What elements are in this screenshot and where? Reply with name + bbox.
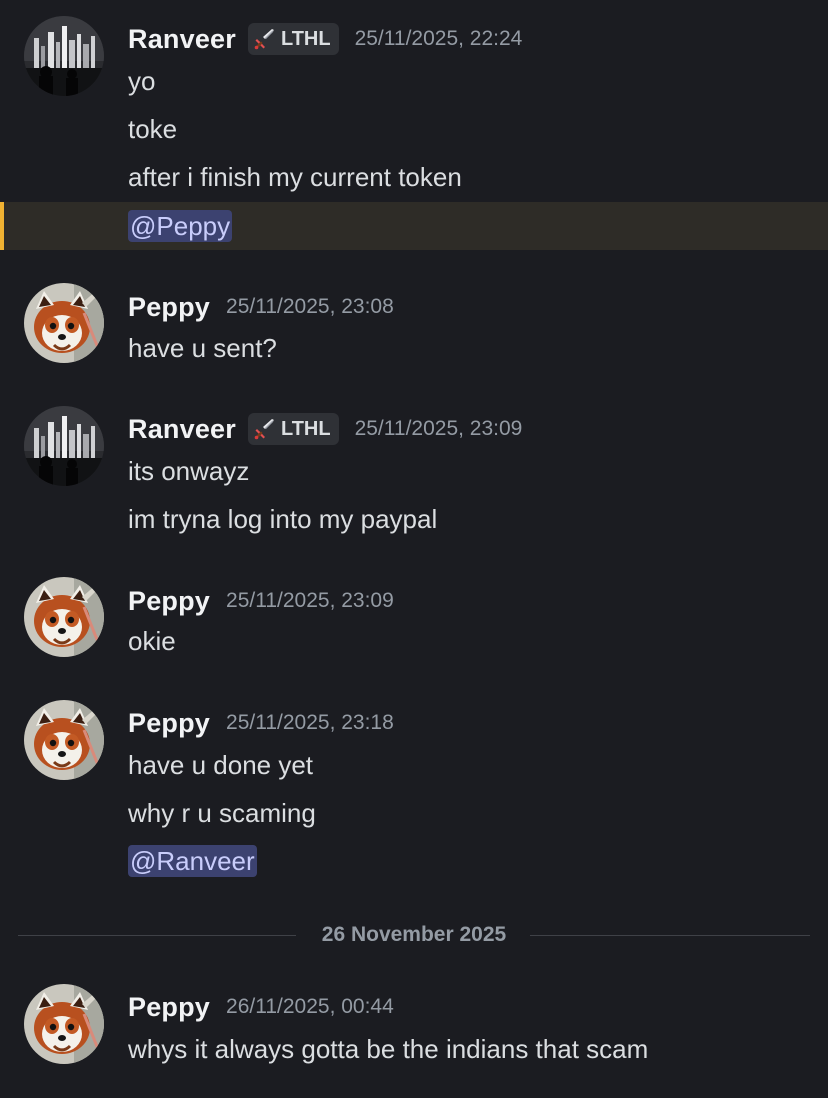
timestamp[interactable]: 25/11/2025, 23:18 bbox=[226, 711, 394, 735]
message-line[interactable]: @Ranveer bbox=[0, 837, 828, 885]
user-mention[interactable]: @Ranveer bbox=[128, 845, 257, 877]
message-line[interactable]: whys it always gotta be the indians that… bbox=[0, 1025, 828, 1073]
message-text: toke bbox=[128, 114, 178, 144]
message-line[interactable]: yo bbox=[0, 57, 828, 105]
timestamp[interactable]: 26/11/2025, 00:44 bbox=[226, 995, 394, 1019]
username[interactable]: Peppy bbox=[128, 708, 210, 739]
username[interactable]: Ranveer bbox=[128, 414, 236, 445]
timestamp[interactable]: 25/11/2025, 23:08 bbox=[226, 295, 394, 319]
chat-view: Ranveer LTHL 25/11/2025, 22:24 yo toke a… bbox=[0, 0, 828, 1098]
message-line[interactable]: im tryna log into my paypal bbox=[0, 495, 828, 543]
message-line[interactable]: after i finish my current token bbox=[0, 153, 828, 201]
message-header: Peppy 25/11/2025, 23:18 bbox=[128, 701, 394, 745]
timestamp[interactable]: 25/11/2025, 22:24 bbox=[355, 27, 523, 51]
message-line[interactable]: okie bbox=[0, 617, 828, 665]
user-mention[interactable]: @Peppy bbox=[128, 210, 233, 242]
message-line[interactable]: why r u scaming bbox=[0, 789, 828, 837]
divider-rule bbox=[530, 935, 810, 936]
timestamp[interactable]: 25/11/2025, 23:09 bbox=[226, 589, 394, 613]
message-header: Ranveer LTHL 25/11/2025, 23:09 bbox=[128, 407, 522, 451]
message-header: Peppy 25/11/2025, 23:08 bbox=[128, 285, 394, 329]
message-text: okie bbox=[128, 626, 176, 656]
username[interactable]: Peppy bbox=[128, 992, 210, 1023]
message-text: whys it always gotta be the indians that… bbox=[128, 1034, 649, 1064]
message-line[interactable]: toke bbox=[0, 105, 828, 153]
message-line[interactable]: have u done yet bbox=[0, 741, 828, 789]
username[interactable]: Peppy bbox=[128, 586, 210, 617]
message-header: Peppy 26/11/2025, 00:44 bbox=[128, 985, 394, 1029]
message-text: after i finish my current token bbox=[128, 162, 462, 192]
timestamp[interactable]: 25/11/2025, 23:09 bbox=[355, 417, 523, 441]
sword-icon bbox=[254, 28, 276, 50]
message-text: its onwayz bbox=[128, 456, 250, 486]
message-text: @Peppy bbox=[128, 202, 233, 250]
message-line[interactable]: have u sent? bbox=[0, 324, 828, 372]
date-divider: 26 November 2025 bbox=[18, 918, 810, 952]
sword-icon bbox=[254, 418, 276, 440]
guild-tag-label: LTHL bbox=[280, 27, 331, 50]
guild-tag-label: LTHL bbox=[280, 417, 331, 440]
message-text: have u sent? bbox=[128, 333, 277, 363]
message-text: why r u scaming bbox=[128, 798, 316, 828]
guild-tag[interactable]: LTHL bbox=[247, 23, 339, 55]
message-header: Ranveer LTHL 25/11/2025, 22:24 bbox=[128, 17, 522, 61]
username[interactable]: Ranveer bbox=[128, 24, 236, 55]
guild-tag[interactable]: LTHL bbox=[247, 413, 339, 445]
username[interactable]: Peppy bbox=[128, 292, 210, 323]
message-text: @Ranveer bbox=[128, 837, 257, 885]
message-text: im tryna log into my paypal bbox=[128, 504, 438, 534]
message-line[interactable]: its onwayz bbox=[0, 447, 828, 495]
message-text: yo bbox=[128, 66, 156, 96]
message-line-mention-highlight[interactable]: @Peppy bbox=[0, 202, 828, 250]
message-text: have u done yet bbox=[128, 750, 314, 780]
